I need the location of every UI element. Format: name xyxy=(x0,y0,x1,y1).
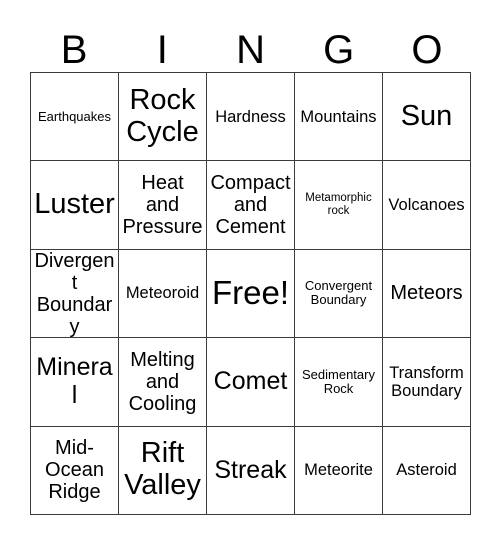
bingo-header-letter-b: B xyxy=(60,28,88,72)
bingo-header-letter-i: I xyxy=(156,28,168,72)
bingo-cell[interactable]: Melting and Cooling xyxy=(119,338,207,427)
bingo-cell[interactable]: Sedimentary Rock xyxy=(295,338,383,427)
bingo-cell-label: Convergent Boundary xyxy=(304,278,373,308)
bingo-cell[interactable]: Asteroid xyxy=(383,426,471,515)
bingo-card: B I N G O Earthquakes Rock Cycle Hardness Mount… xyxy=(0,0,500,544)
bingo-header-letter-g: G xyxy=(323,28,355,72)
bingo-free-space[interactable]: Free! xyxy=(207,249,295,339)
bingo-cell[interactable]: Heat and Pressure xyxy=(119,161,207,250)
bingo-cell-label: Heat and Pressure xyxy=(122,172,203,239)
bingo-cell-label: Sedimentary Rock xyxy=(302,366,375,396)
bingo-cell[interactable]: Rock Cycle xyxy=(119,73,207,162)
bingo-grid: Earthquakes Rock Cycle Hardness Mountains Su… xyxy=(30,72,471,515)
bingo-cell[interactable]: Sun xyxy=(383,73,471,162)
bingo-header-letter-n: N xyxy=(236,28,265,72)
bingo-cell-label: Earthquakes xyxy=(38,108,111,124)
bingo-cell[interactable]: Streak xyxy=(207,426,295,515)
bingo-cell[interactable]: Luster xyxy=(31,161,119,250)
bingo-cell-label: Volcanoes xyxy=(388,196,465,215)
bingo-cell-label: Hardness xyxy=(215,107,286,126)
bingo-header-letter-o: O xyxy=(411,28,443,72)
bingo-cell-label: Divergent Boundary xyxy=(34,249,115,338)
bingo-cell-label: Streak xyxy=(214,455,287,484)
bingo-cell[interactable]: Mid-Ocean Ridge xyxy=(31,426,119,515)
bingo-cell-label: Mid-Ocean Ridge xyxy=(45,437,104,504)
bingo-cell[interactable]: Rift Valley xyxy=(119,426,207,515)
bingo-cell[interactable]: Divergent Boundary xyxy=(31,249,119,339)
bingo-cell-label: Asteroid xyxy=(396,461,457,480)
bingo-header-row: BINGO xyxy=(30,18,471,72)
bingo-cell-label: Comet xyxy=(213,367,288,396)
bingo-cell-label: Meteors xyxy=(390,282,463,305)
bingo-cell-label: Rift Valley xyxy=(124,437,201,502)
bingo-cell[interactable]: Meteoroid xyxy=(119,249,207,339)
bingo-cell[interactable]: Hardness xyxy=(207,73,295,162)
bingo-cell[interactable]: Comet xyxy=(207,338,295,427)
bingo-cell-label: Mountains xyxy=(300,107,377,126)
bingo-cell-label: Luster xyxy=(34,188,115,221)
bingo-cell[interactable]: Volcanoes xyxy=(383,161,471,250)
bingo-cell[interactable]: Meteors xyxy=(383,249,471,339)
bingo-cell-label: Rock Cycle xyxy=(126,83,199,148)
bingo-cell-label: Transform Boundary xyxy=(389,363,464,400)
bingo-cell-label: Meteoroid xyxy=(125,284,200,303)
bingo-cell-label: Metamorphic rock xyxy=(305,192,372,218)
bingo-cell-label: Compact and Cement xyxy=(210,172,291,239)
bingo-cell[interactable]: Metamorphic rock xyxy=(295,161,383,250)
bingo-cell-label: Mineral xyxy=(36,353,113,409)
bingo-cell[interactable]: Meteorite xyxy=(295,426,383,515)
bingo-cell-label: Free! xyxy=(211,274,290,312)
bingo-cell-label: Meteorite xyxy=(304,461,373,480)
bingo-cell-label: Sun xyxy=(400,99,453,132)
bingo-cell[interactable]: Transform Boundary xyxy=(383,338,471,427)
bingo-cell[interactable]: Compact and Cement xyxy=(207,161,295,250)
bingo-cell[interactable]: Mineral xyxy=(31,338,119,427)
bingo-cell[interactable]: Earthquakes xyxy=(31,73,119,162)
bingo-cell[interactable]: Mountains xyxy=(295,73,383,162)
bingo-cell-label: Melting and Cooling xyxy=(128,348,197,415)
bingo-cell[interactable]: Convergent Boundary xyxy=(295,249,383,339)
